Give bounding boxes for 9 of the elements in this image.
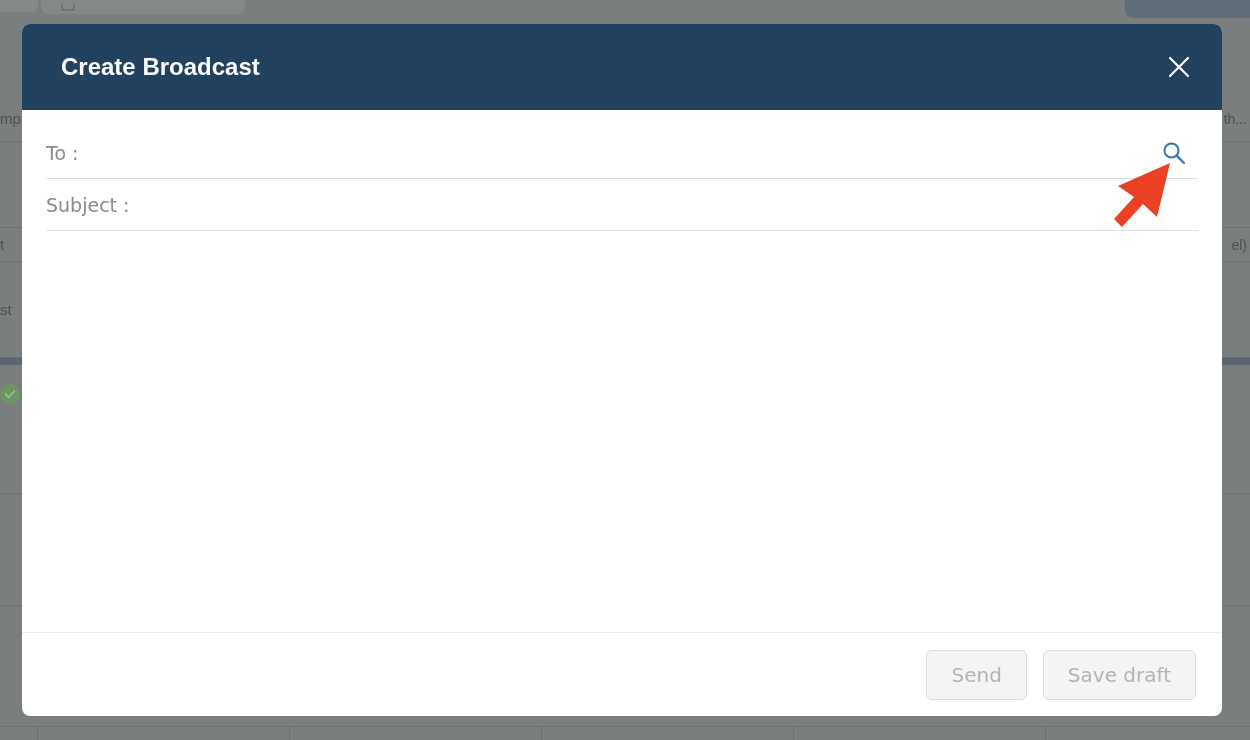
search-icon[interactable] — [1162, 140, 1186, 165]
field-label: Subject : — [46, 193, 130, 216]
close-icon[interactable] — [1168, 56, 1190, 78]
check-circle-icon — [0, 384, 20, 404]
action-button[interactable] — [1125, 0, 1250, 18]
arrow-icon — [1112, 161, 1172, 229]
dialog-title: Create Broadcast — [61, 53, 260, 81]
toolbar-field[interactable] — [41, 0, 245, 14]
field-label: To : — [46, 141, 79, 164]
